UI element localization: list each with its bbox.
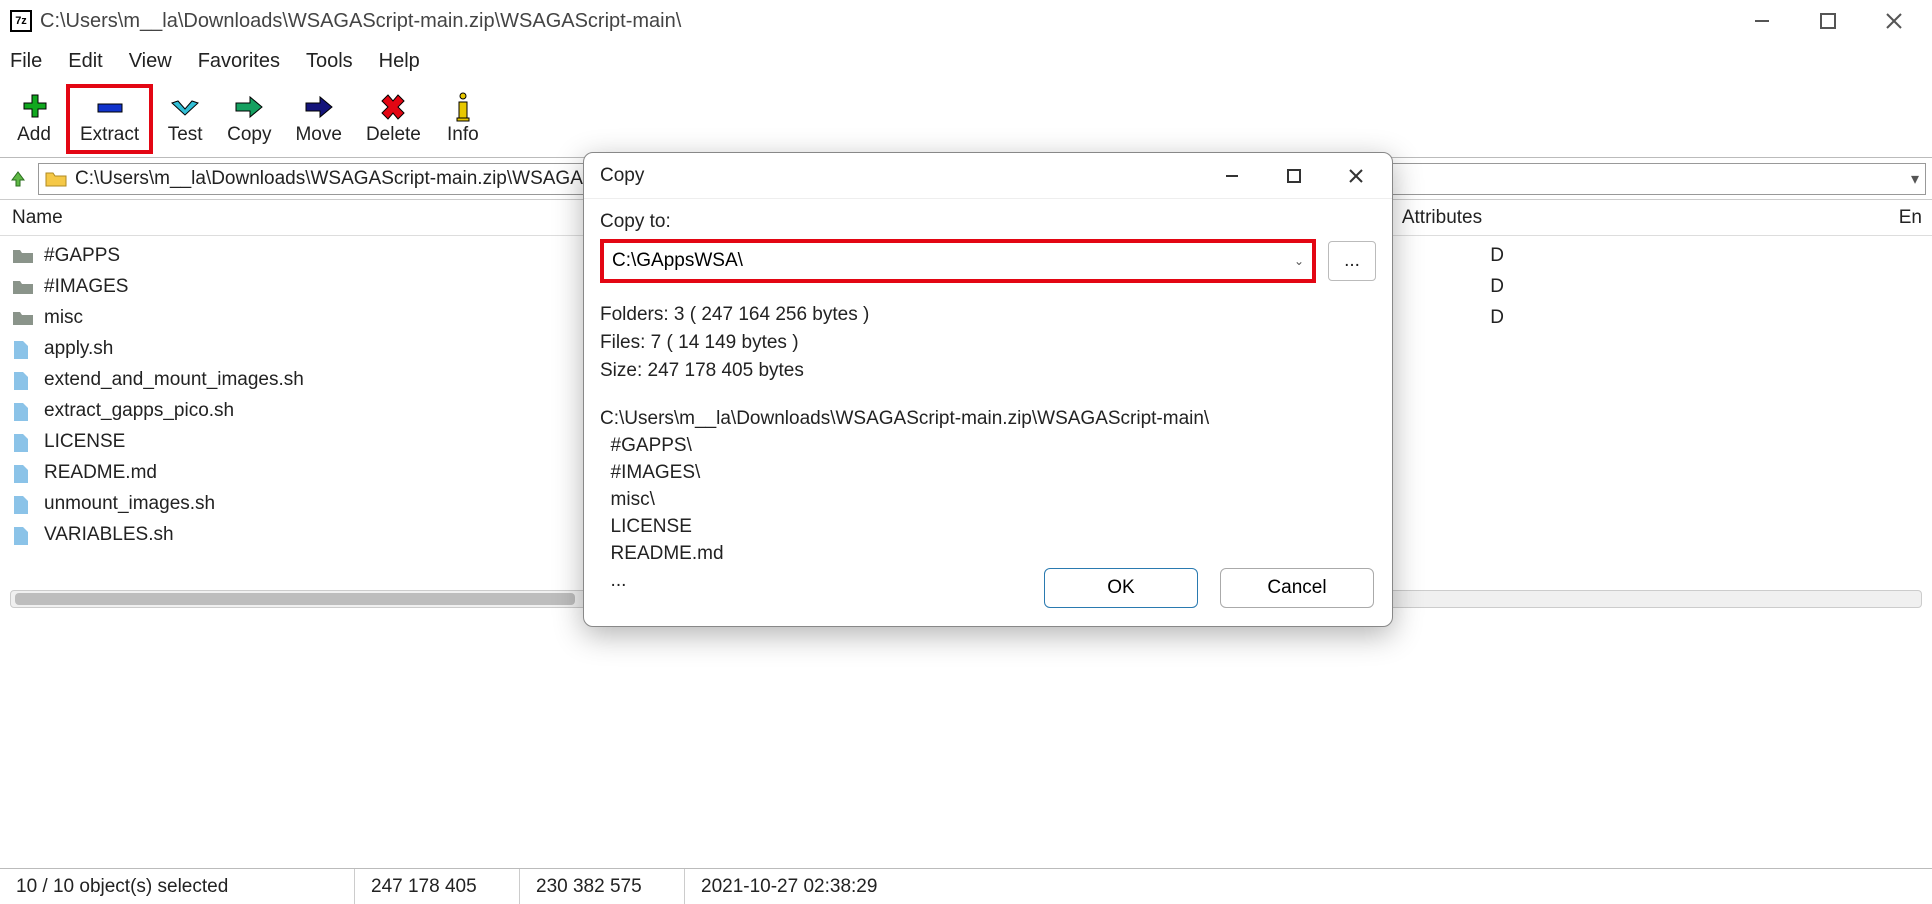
- test-button[interactable]: Test: [157, 88, 213, 150]
- copy-to-label: Copy to:: [600, 211, 1376, 233]
- plus-icon: [16, 92, 52, 122]
- col-name[interactable]: Name: [12, 207, 512, 229]
- info-button[interactable]: Info: [435, 88, 491, 150]
- up-button[interactable]: [6, 166, 32, 192]
- source-item: misc\: [600, 486, 1376, 513]
- maximize-button[interactable]: [1815, 8, 1841, 34]
- file-name: VARIABLES.sh: [44, 524, 514, 546]
- delete-button[interactable]: Delete: [356, 88, 431, 150]
- copy-dialog: Copy Copy to: ⌄ ... Folders: 3 ( 247 164…: [583, 152, 1393, 627]
- stats-files: Files: 7 ( 14 149 bytes ): [600, 329, 1376, 357]
- file-name: extract_gapps_pico.sh: [44, 400, 514, 422]
- file-icon: [12, 464, 34, 482]
- stats-folders: Folders: 3 ( 247 164 256 bytes ): [600, 301, 1376, 329]
- window-title: C:\Users\m__la\Downloads\WSAGAScript-mai…: [40, 10, 681, 33]
- title-bar: 7z C:\Users\m__la\Downloads\WSAGAScript-…: [0, 0, 1932, 42]
- close-button[interactable]: [1881, 8, 1907, 34]
- file-name: misc: [44, 307, 514, 329]
- dialog-close-button[interactable]: [1344, 164, 1368, 188]
- minus-icon: [92, 92, 128, 122]
- folder-icon: [12, 278, 34, 296]
- menu-help[interactable]: Help: [379, 50, 420, 73]
- file-icon: [12, 371, 34, 389]
- col-en[interactable]: En: [1492, 207, 1932, 229]
- source-item: #GAPPS\: [600, 432, 1376, 459]
- col-attributes[interactable]: Attributes: [1392, 207, 1492, 229]
- folder-icon: [12, 247, 34, 265]
- add-button[interactable]: Add: [6, 88, 62, 150]
- file-attr: D: [1414, 245, 1504, 267]
- menu-view[interactable]: View: [129, 50, 172, 73]
- file-icon: [12, 433, 34, 451]
- file-icon: [12, 495, 34, 513]
- folder-icon: [45, 170, 67, 188]
- copy-to-input[interactable]: [612, 250, 1294, 272]
- status-bytes2: 230 382 575: [520, 869, 685, 904]
- folder-icon: [12, 309, 34, 327]
- menu-edit[interactable]: Edit: [68, 50, 102, 73]
- source-item: #IMAGES\: [600, 459, 1376, 486]
- dialog-maximize-button[interactable]: [1282, 164, 1306, 188]
- stats-size: Size: 247 178 405 bytes: [600, 357, 1376, 385]
- file-name: #IMAGES: [44, 276, 514, 298]
- file-icon: [12, 402, 34, 420]
- source-root: C:\Users\m__la\Downloads\WSAGAScript-mai…: [600, 405, 1376, 432]
- minimize-button[interactable]: [1749, 8, 1775, 34]
- cancel-button[interactable]: Cancel: [1220, 568, 1374, 608]
- move-button[interactable]: Move: [285, 88, 351, 150]
- check-icon: [167, 92, 203, 122]
- copy-to-field[interactable]: ⌄: [600, 239, 1316, 283]
- status-bar: 10 / 10 object(s) selected 247 178 405 2…: [0, 868, 1932, 904]
- dialog-minimize-button[interactable]: [1220, 164, 1244, 188]
- source-item: LICENSE: [600, 513, 1376, 540]
- file-attr: D: [1414, 307, 1504, 329]
- menu-bar: File Edit View Favorites Tools Help: [0, 42, 1932, 80]
- extract-button[interactable]: Extract: [66, 84, 153, 154]
- copy-arrow-icon: [231, 92, 267, 122]
- file-name: LICENSE: [44, 431, 514, 453]
- file-name: extend_and_mount_images.sh: [44, 369, 514, 391]
- file-name: apply.sh: [44, 338, 514, 360]
- status-date: 2021-10-27 02:38:29: [685, 869, 893, 904]
- browse-button[interactable]: ...: [1328, 241, 1376, 281]
- file-name: unmount_images.sh: [44, 493, 514, 515]
- source-item: README.md: [600, 540, 1376, 567]
- menu-tools[interactable]: Tools: [306, 50, 353, 73]
- file-name: #GAPPS: [44, 245, 514, 267]
- file-icon: [12, 340, 34, 358]
- file-attr: D: [1414, 276, 1504, 298]
- status-bytes1: 247 178 405: [355, 869, 520, 904]
- menu-favorites[interactable]: Favorites: [198, 50, 280, 73]
- toolbar: Add Extract Test Copy Move Delete Info: [0, 80, 1932, 158]
- info-icon: [445, 92, 481, 122]
- delete-x-icon: [375, 92, 411, 122]
- move-arrow-icon: [301, 92, 337, 122]
- dialog-title: Copy: [600, 165, 644, 187]
- app-icon: 7z: [10, 10, 32, 32]
- file-name: README.md: [44, 462, 514, 484]
- menu-file[interactable]: File: [10, 50, 42, 73]
- status-selection: 10 / 10 object(s) selected: [0, 869, 355, 904]
- chevron-down-icon[interactable]: ▾: [1911, 169, 1919, 189]
- ok-button[interactable]: OK: [1044, 568, 1198, 608]
- file-icon: [12, 526, 34, 544]
- copy-button[interactable]: Copy: [217, 88, 281, 150]
- chevron-down-icon[interactable]: ⌄: [1294, 254, 1304, 268]
